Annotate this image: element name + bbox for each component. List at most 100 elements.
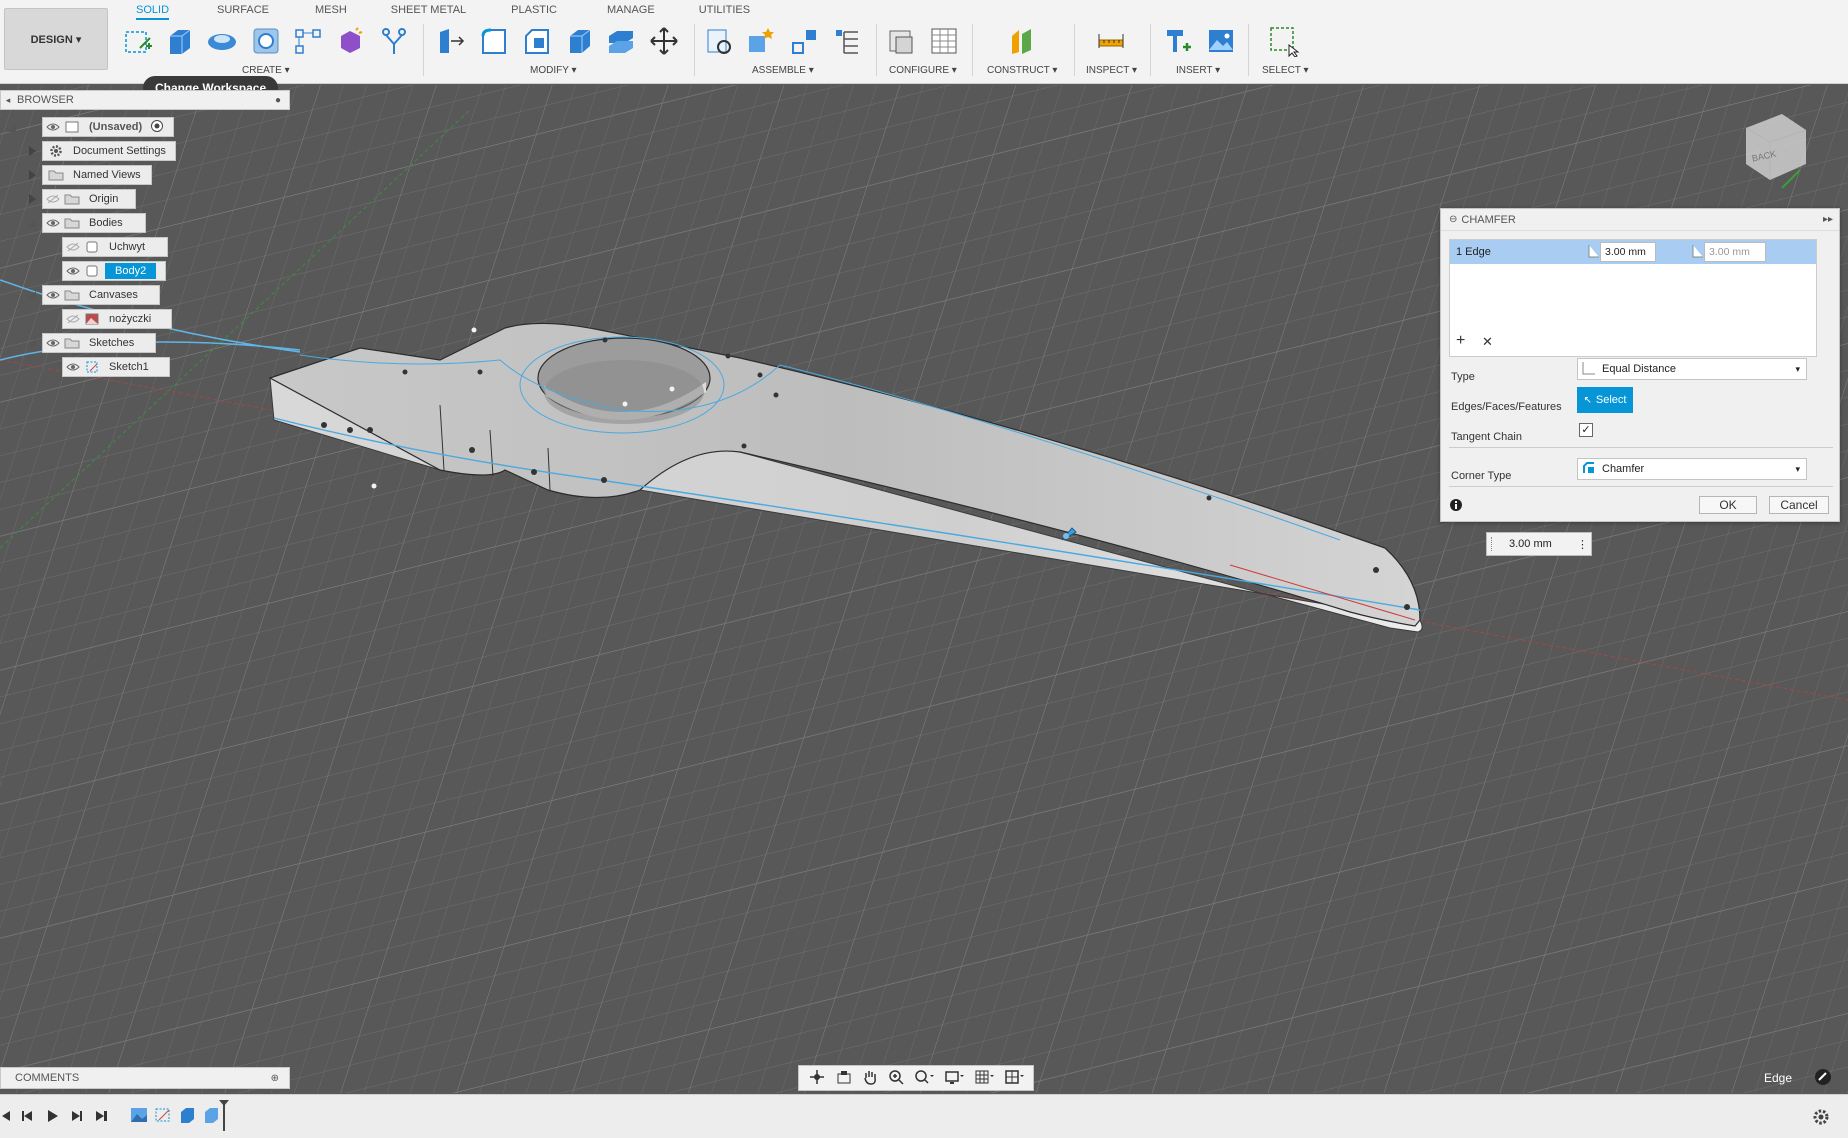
play-icon[interactable]: [46, 1109, 60, 1126]
modify-group-label[interactable]: MODIFY ▾: [530, 65, 577, 76]
chevron-down-icon[interactable]: ▾: [1795, 364, 1800, 375]
go-to-end-icon[interactable]: [94, 1109, 108, 1126]
configure-group-label[interactable]: CONFIGURE ▾: [889, 65, 957, 76]
create-form-icon[interactable]: [334, 24, 366, 58]
look-at-icon[interactable]: [836, 1069, 852, 1088]
insert-group-label[interactable]: INSERT ▾: [1176, 65, 1220, 76]
step-forward-icon[interactable]: [70, 1109, 84, 1126]
timeline-canvas-feature-icon[interactable]: [130, 1106, 148, 1127]
floating-dimension-value[interactable]: 3.00 mm: [1499, 538, 1577, 550]
grid-settings-icon[interactable]: [974, 1069, 994, 1088]
remove-edge-icon[interactable]: ✕: [1482, 334, 1493, 350]
fit-zoom-icon[interactable]: [914, 1069, 934, 1088]
construct-group-label[interactable]: CONSTRUCT ▾: [987, 65, 1057, 76]
timeline-sketch-feature-icon[interactable]: [154, 1106, 172, 1127]
step-back-icon[interactable]: [20, 1109, 34, 1126]
visibility-eye-icon[interactable]: [43, 286, 63, 304]
tab-manage[interactable]: MANAGE: [607, 0, 655, 20]
collapse-arrow-icon[interactable]: ◂: [1, 95, 15, 106]
viewports-icon[interactable]: [1004, 1069, 1024, 1088]
window-select-icon[interactable]: [1268, 24, 1300, 58]
browser-node-sketch1[interactable]: Sketch1: [62, 357, 170, 377]
move-copy-icon[interactable]: [648, 24, 680, 58]
cancel-button[interactable]: Cancel: [1769, 496, 1829, 514]
go-to-start-icon[interactable]: [0, 1109, 12, 1126]
ok-button[interactable]: OK: [1699, 496, 1757, 514]
type-dropdown[interactable]: Equal Distance ▾: [1577, 358, 1807, 380]
insert-canvas-icon[interactable]: [1205, 24, 1237, 58]
revolve-icon[interactable]: [206, 24, 238, 58]
create-sketch-icon[interactable]: [121, 24, 153, 58]
browser-node-nozyczki[interactable]: nożyczki: [62, 309, 172, 329]
fillet-icon[interactable]: [478, 24, 510, 58]
combine-icon[interactable]: [605, 24, 637, 58]
expander-bodies-icon[interactable]: [26, 217, 38, 229]
tangent-chain-checkbox[interactable]: ✓: [1579, 423, 1593, 437]
visibility-eye-icon[interactable]: [43, 118, 63, 136]
more-options-icon[interactable]: ⋮: [1577, 538, 1588, 551]
hole-icon[interactable]: [250, 24, 282, 58]
zoom-icon[interactable]: [888, 1069, 904, 1088]
shell-icon[interactable]: [563, 24, 595, 58]
configure-icon[interactable]: [885, 24, 917, 58]
new-component-icon[interactable]: [703, 24, 735, 58]
tab-solid[interactable]: SOLID: [136, 0, 170, 20]
comments-panel-header[interactable]: COMMENTS ⊕: [0, 1067, 290, 1089]
derive-icon[interactable]: [378, 24, 410, 58]
assemble-group-label[interactable]: ASSEMBLE ▾: [752, 65, 814, 76]
browser-node-origin[interactable]: Origin: [42, 189, 136, 209]
edge-row[interactable]: 1 Edge 3.00 mm 3.00 mm: [1450, 240, 1816, 264]
bill-of-materials-icon[interactable]: [831, 24, 863, 58]
measure-icon[interactable]: [1095, 24, 1127, 58]
expander-origin-icon[interactable]: [26, 193, 38, 205]
expander-root-icon[interactable]: [6, 122, 18, 134]
browser-panel-header[interactable]: ◂ BROWSER ●: [0, 90, 290, 110]
dialog-expand-icon[interactable]: ▸▸: [1823, 214, 1833, 225]
browser-node-bodies[interactable]: Bodies: [42, 213, 146, 233]
tab-mesh[interactable]: MESH: [315, 0, 347, 20]
expander-named-views-icon[interactable]: [26, 169, 38, 181]
visibility-eye-icon[interactable]: [63, 262, 83, 280]
visibility-eye-icon[interactable]: [63, 358, 83, 376]
timeline-marker-icon[interactable]: [218, 1099, 230, 1136]
distance1-input[interactable]: 3.00 mm: [1600, 242, 1656, 262]
browser-options-icon[interactable]: ●: [275, 95, 281, 106]
as-built-joint-icon[interactable]: [789, 24, 821, 58]
chamfer-dialog-header[interactable]: ⊖ CHAMFER ▸▸: [1441, 209, 1839, 231]
browser-node-document-settings[interactable]: Document Settings: [42, 141, 176, 161]
floating-dimension-input[interactable]: 3.00 mm ⋮: [1486, 532, 1592, 556]
visibility-eye-hidden-icon[interactable]: [43, 190, 63, 208]
activate-radio-icon[interactable]: [150, 119, 164, 136]
browser-node-named-views[interactable]: Named Views: [42, 165, 152, 185]
display-settings-icon[interactable]: [944, 1069, 964, 1088]
browser-node-sketches[interactable]: Sketches: [42, 333, 156, 353]
create-group-label[interactable]: CREATE ▾: [242, 65, 290, 76]
visibility-eye-icon[interactable]: [43, 214, 63, 232]
corner-type-dropdown[interactable]: Chamfer ▾: [1577, 458, 1807, 480]
pattern-icon[interactable]: [292, 24, 324, 58]
select-edges-button[interactable]: ↖ Select: [1577, 387, 1633, 413]
visibility-eye-hidden-icon[interactable]: [63, 238, 83, 256]
joint-icon[interactable]: [745, 24, 777, 58]
timeline-extrude-feature-icon[interactable]: [178, 1106, 196, 1127]
tab-surface[interactable]: SURFACE: [217, 0, 269, 20]
visibility-eye-icon[interactable]: [43, 334, 63, 352]
chamfer-edge-list[interactable]: 1 Edge 3.00 mm 3.00 mm + ✕: [1449, 239, 1817, 357]
browser-node-root[interactable]: (Unsaved): [42, 117, 174, 137]
workspace-switcher-button[interactable]: DESIGN ▾: [4, 8, 108, 70]
dialog-collapse-icon[interactable]: ⊖: [1449, 214, 1457, 225]
orbit-icon[interactable]: [808, 1069, 826, 1088]
chamfer-icon[interactable]: [521, 24, 553, 58]
info-icon[interactable]: [1449, 498, 1463, 515]
selection-filter-icon[interactable]: [1814, 1068, 1832, 1089]
expander-canvases-icon[interactable]: [26, 289, 38, 301]
add-comment-icon[interactable]: ⊕: [271, 1073, 279, 1084]
drag-handle-icon[interactable]: [1491, 537, 1499, 551]
press-pull-icon[interactable]: [434, 24, 466, 58]
distance2-input[interactable]: 3.00 mm: [1704, 242, 1766, 262]
expander-sketches-icon[interactable]: [26, 337, 38, 349]
visibility-eye-hidden-icon[interactable]: [63, 310, 83, 328]
tab-utilities[interactable]: UTILITIES: [699, 0, 750, 20]
browser-node-uchwyt[interactable]: Uchwyt: [62, 237, 168, 257]
browser-node-canvases[interactable]: Canvases: [42, 285, 160, 305]
